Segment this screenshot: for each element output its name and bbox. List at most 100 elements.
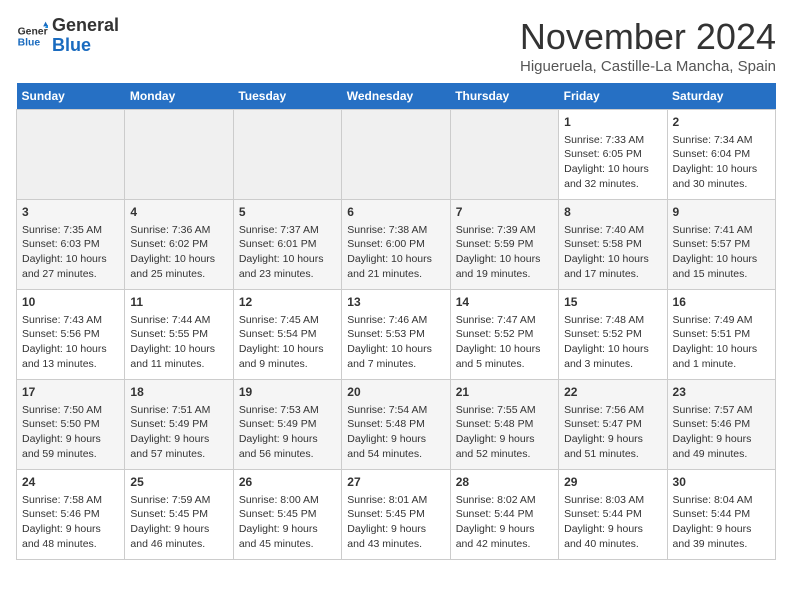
calendar-cell: 23 Sunrise: 7:57 AM Sunset: 5:46 PM Dayli… [667,380,775,470]
day-number: 23 [673,384,770,401]
day-number: 5 [239,204,336,221]
day-info: Sunrise: 7:58 AM Sunset: 5:46 PM Dayligh… [22,493,119,552]
day-info: Sunrise: 7:46 AM Sunset: 5:53 PM Dayligh… [347,313,444,372]
day-number: 4 [130,204,227,221]
weekday-header: Tuesday [233,83,341,110]
day-info: Sunrise: 7:56 AM Sunset: 5:47 PM Dayligh… [564,403,661,462]
calendar-table: SundayMondayTuesdayWednesdayThursdayFrid… [16,83,776,560]
day-info: Sunrise: 8:03 AM Sunset: 5:44 PM Dayligh… [564,493,661,552]
calendar-cell: 24 Sunrise: 7:58 AM Sunset: 5:46 PM Dayli… [17,470,125,560]
weekday-header: Monday [125,83,233,110]
day-number: 20 [347,384,444,401]
weekday-header-row: SundayMondayTuesdayWednesdayThursdayFrid… [17,83,776,110]
day-number: 10 [22,294,119,311]
day-info: Sunrise: 8:01 AM Sunset: 5:45 PM Dayligh… [347,493,444,552]
day-info: Sunrise: 7:37 AM Sunset: 6:01 PM Dayligh… [239,223,336,282]
weekday-header: Friday [559,83,667,110]
calendar-cell: 27 Sunrise: 8:01 AM Sunset: 5:45 PM Dayli… [342,470,450,560]
calendar-cell [17,110,125,200]
day-number: 12 [239,294,336,311]
calendar-cell: 2 Sunrise: 7:34 AM Sunset: 6:04 PM Daylig… [667,110,775,200]
day-info: Sunrise: 7:44 AM Sunset: 5:55 PM Dayligh… [130,313,227,372]
day-number: 2 [673,114,770,131]
day-number: 22 [564,384,661,401]
day-number: 18 [130,384,227,401]
calendar-cell [450,110,558,200]
calendar-week-row: 10 Sunrise: 7:43 AM Sunset: 5:56 PM Dayli… [17,290,776,380]
calendar-cell: 30 Sunrise: 8:04 AM Sunset: 5:44 PM Dayli… [667,470,775,560]
page-header: General Blue General Blue November 2024 … [16,16,776,75]
day-info: Sunrise: 7:57 AM Sunset: 5:46 PM Dayligh… [673,403,770,462]
weekday-header: Thursday [450,83,558,110]
calendar-cell: 19Sunrise: 7:53 AM Sunset: 5:49 PM Dayli… [233,380,341,470]
logo-icon: General Blue [16,20,48,52]
calendar-cell: 15 Sunrise: 7:48 AM Sunset: 5:52 PM Dayli… [559,290,667,380]
calendar-cell: 9Sunrise: 7:41 AM Sunset: 5:57 PM Daylig… [667,200,775,290]
calendar-cell: 3 Sunrise: 7:35 AM Sunset: 6:03 PM Daylig… [17,200,125,290]
calendar-cell: 29 Sunrise: 8:03 AM Sunset: 5:44 PM Dayli… [559,470,667,560]
day-info: Sunrise: 7:34 AM Sunset: 6:04 PM Dayligh… [673,133,770,192]
day-number: 24 [22,474,119,491]
day-number: 15 [564,294,661,311]
calendar-cell: 5 Sunrise: 7:37 AM Sunset: 6:01 PM Daylig… [233,200,341,290]
day-number: 6 [347,204,444,221]
calendar-cell: 11 Sunrise: 7:44 AM Sunset: 5:55 PM Dayli… [125,290,233,380]
calendar-cell: 7 Sunrise: 7:39 AM Sunset: 5:59 PM Daylig… [450,200,558,290]
day-info: Sunrise: 7:48 AM Sunset: 5:52 PM Dayligh… [564,313,661,372]
day-number: 29 [564,474,661,491]
calendar-cell: 4 Sunrise: 7:36 AM Sunset: 6:02 PM Daylig… [125,200,233,290]
day-info: Sunrise: 7:59 AM Sunset: 5:45 PM Dayligh… [130,493,227,552]
calendar-cell: 6 Sunrise: 7:38 AM Sunset: 6:00 PM Daylig… [342,200,450,290]
day-info: Sunrise: 8:00 AM Sunset: 5:45 PM Dayligh… [239,493,336,552]
calendar-cell: 1Sunrise: 7:33 AM Sunset: 6:05 PM Daylig… [559,110,667,200]
day-info: Sunrise: 7:41 AM Sunset: 5:57 PM Dayligh… [673,223,770,282]
day-number: 3 [22,204,119,221]
calendar-cell: 8Sunrise: 7:40 AM Sunset: 5:58 PM Daylig… [559,200,667,290]
calendar-cell: 17Sunrise: 7:50 AM Sunset: 5:50 PM Dayli… [17,380,125,470]
calendar-cell [125,110,233,200]
calendar-cell [233,110,341,200]
calendar-week-row: 24 Sunrise: 7:58 AM Sunset: 5:46 PM Dayli… [17,470,776,560]
day-info: Sunrise: 7:36 AM Sunset: 6:02 PM Dayligh… [130,223,227,282]
calendar-cell [342,110,450,200]
location-subtitle: Higueruela, Castille-La Mancha, Spain [520,58,776,75]
calendar-cell: 26 Sunrise: 8:00 AM Sunset: 5:45 PM Dayli… [233,470,341,560]
calendar-cell: 22 Sunrise: 7:56 AM Sunset: 5:47 PM Dayli… [559,380,667,470]
weekday-header: Wednesday [342,83,450,110]
calendar-cell: 14Sunrise: 7:47 AM Sunset: 5:52 PM Dayli… [450,290,558,380]
day-number: 1 [564,114,661,131]
day-info: Sunrise: 7:38 AM Sunset: 6:00 PM Dayligh… [347,223,444,282]
day-number: 21 [456,384,553,401]
calendar-cell: 28Sunrise: 8:02 AM Sunset: 5:44 PM Dayli… [450,470,558,560]
month-title: November 2024 [520,16,776,58]
day-info: Sunrise: 7:55 AM Sunset: 5:48 PM Dayligh… [456,403,553,462]
day-info: Sunrise: 8:04 AM Sunset: 5:44 PM Dayligh… [673,493,770,552]
calendar-cell: 13Sunrise: 7:46 AM Sunset: 5:53 PM Dayli… [342,290,450,380]
svg-text:Blue: Blue [18,37,41,48]
day-info: Sunrise: 7:45 AM Sunset: 5:54 PM Dayligh… [239,313,336,372]
day-info: Sunrise: 7:43 AM Sunset: 5:56 PM Dayligh… [22,313,119,372]
calendar-cell: 12 Sunrise: 7:45 AM Sunset: 5:54 PM Dayli… [233,290,341,380]
day-info: Sunrise: 7:35 AM Sunset: 6:03 PM Dayligh… [22,223,119,282]
day-number: 17 [22,384,119,401]
calendar-cell: 18 Sunrise: 7:51 AM Sunset: 5:49 PM Dayli… [125,380,233,470]
calendar-week-row: 1Sunrise: 7:33 AM Sunset: 6:05 PM Daylig… [17,110,776,200]
logo-label: General Blue [52,16,119,56]
day-number: 7 [456,204,553,221]
day-number: 16 [673,294,770,311]
weekday-header: Sunday [17,83,125,110]
weekday-header: Saturday [667,83,775,110]
day-number: 30 [673,474,770,491]
day-info: Sunrise: 7:53 AM Sunset: 5:49 PM Dayligh… [239,403,336,462]
day-info: Sunrise: 7:54 AM Sunset: 5:48 PM Dayligh… [347,403,444,462]
calendar-cell: 21 Sunrise: 7:55 AM Sunset: 5:48 PM Dayli… [450,380,558,470]
calendar-cell: 16Sunrise: 7:49 AM Sunset: 5:51 PM Dayli… [667,290,775,380]
day-number: 11 [130,294,227,311]
day-number: 27 [347,474,444,491]
day-number: 26 [239,474,336,491]
calendar-cell: 25Sunrise: 7:59 AM Sunset: 5:45 PM Dayli… [125,470,233,560]
day-info: Sunrise: 7:39 AM Sunset: 5:59 PM Dayligh… [456,223,553,282]
day-number: 14 [456,294,553,311]
day-info: Sunrise: 7:51 AM Sunset: 5:49 PM Dayligh… [130,403,227,462]
day-info: Sunrise: 7:40 AM Sunset: 5:58 PM Dayligh… [564,223,661,282]
